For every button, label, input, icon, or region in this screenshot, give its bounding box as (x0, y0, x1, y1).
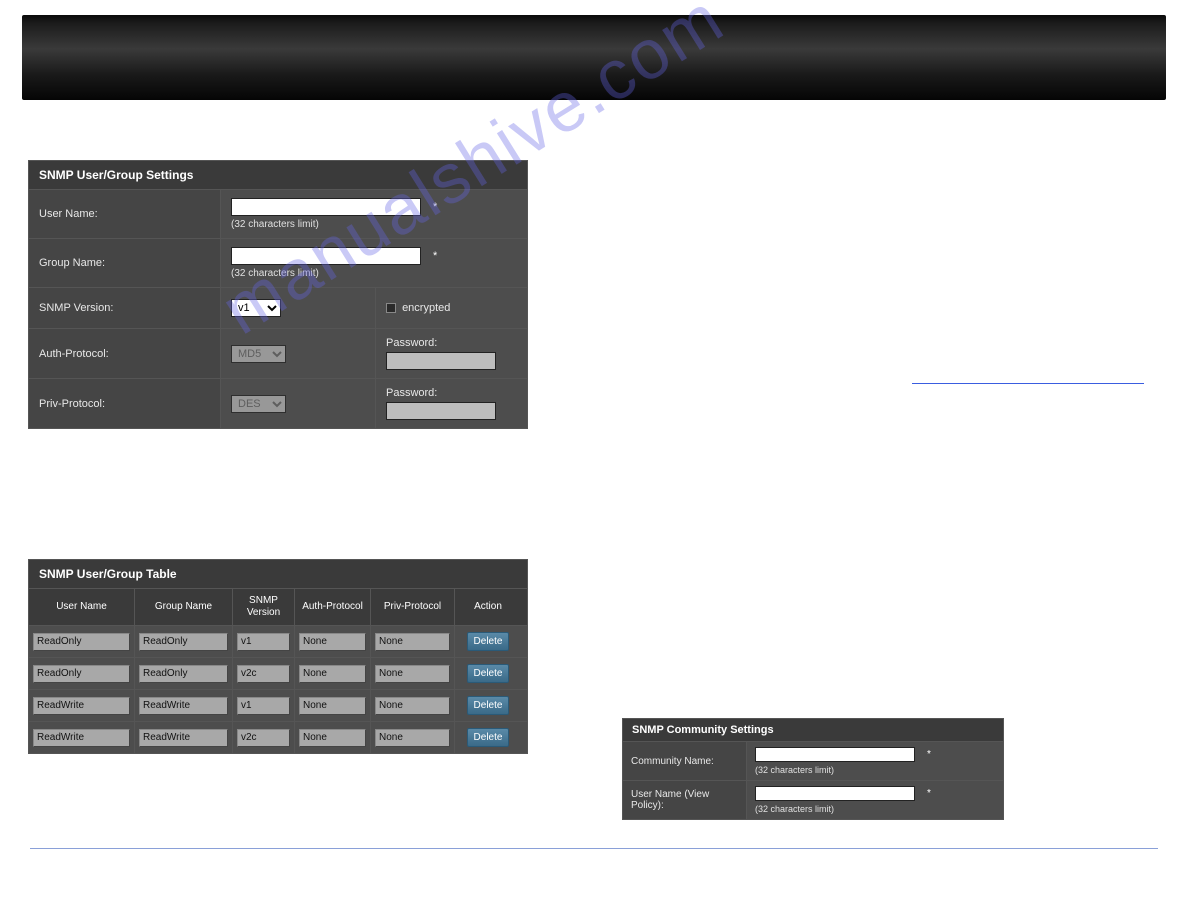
required-asterisk: * (433, 250, 437, 262)
th-snmp-version: SNMP Version (233, 589, 295, 625)
cell-auth-protocol (295, 658, 371, 689)
cell-snmp-version (233, 722, 295, 753)
priv-protocol-select: DES (231, 395, 286, 413)
delete-button[interactable]: Delete (467, 632, 510, 651)
delete-button[interactable]: Delete (467, 728, 510, 747)
cell-auth-protocol-input (299, 633, 366, 651)
cell-snmp-version (233, 626, 295, 657)
delete-button[interactable]: Delete (467, 664, 510, 683)
cell-auth-protocol-input (299, 729, 366, 747)
auth-protocol-select: MD5 (231, 345, 286, 363)
cell-snmp-version (233, 658, 295, 689)
required-asterisk: * (433, 201, 437, 213)
delete-button[interactable]: Delete (467, 696, 510, 715)
cell-priv-protocol (371, 658, 455, 689)
table-row: Delete (29, 657, 527, 689)
cell-group-name (135, 722, 233, 753)
user-name-label: User Name: (29, 190, 221, 238)
user-name-input[interactable] (231, 198, 421, 216)
top-banner (22, 15, 1166, 100)
community-user-name-label: User Name (View Policy): (623, 781, 747, 819)
footer-divider (30, 848, 1158, 849)
th-priv-protocol: Priv-Protocol (371, 589, 455, 625)
cell-priv-protocol-input (375, 665, 450, 683)
cell-auth-protocol (295, 626, 371, 657)
cell-group-name (135, 626, 233, 657)
cell-auth-protocol (295, 690, 371, 721)
priv-password-input (386, 402, 496, 420)
cell-auth-protocol-input (299, 665, 366, 683)
community-user-name-hint: (32 characters limit) (755, 804, 995, 814)
table-header-row: User Name Group Name SNMP Version Auth-P… (29, 589, 527, 625)
encrypted-checkbox[interactable] (386, 303, 396, 313)
cell-snmp-version-input (237, 729, 290, 747)
cell-action: Delete (455, 690, 521, 721)
community-name-input[interactable] (755, 747, 915, 762)
user-name-hint: (32 characters limit) (231, 219, 517, 230)
cell-priv-protocol (371, 722, 455, 753)
priv-protocol-label: Priv-Protocol: (29, 379, 221, 428)
cell-priv-protocol (371, 626, 455, 657)
cell-group-name-input (139, 697, 228, 715)
cell-user-name (29, 626, 135, 657)
cell-snmp-version-input (237, 665, 290, 683)
cell-snmp-version-input (237, 697, 290, 715)
snmp-version-select[interactable]: v1 (231, 299, 281, 317)
cell-priv-protocol-input (375, 697, 450, 715)
th-auth-protocol: Auth-Protocol (295, 589, 371, 625)
group-name-label: Group Name: (29, 239, 221, 287)
auth-protocol-label: Auth-Protocol: (29, 329, 221, 378)
cell-auth-protocol-input (299, 697, 366, 715)
cell-user-name (29, 690, 135, 721)
community-panel-title: SNMP Community Settings (623, 719, 1003, 742)
auth-password-input (386, 352, 496, 370)
cell-action: Delete (455, 722, 521, 753)
cell-auth-protocol (295, 722, 371, 753)
cell-group-name (135, 690, 233, 721)
required-asterisk: * (927, 749, 931, 760)
group-name-hint: (32 characters limit) (231, 268, 517, 279)
snmp-community-settings-panel: SNMP Community Settings Community Name: … (622, 718, 1004, 820)
table-row: Delete (29, 689, 527, 721)
cell-action: Delete (455, 658, 521, 689)
cell-group-name (135, 658, 233, 689)
cell-user-name (29, 722, 135, 753)
th-action: Action (455, 589, 521, 625)
group-name-input[interactable] (231, 247, 421, 265)
auth-password-label: Password: (386, 337, 517, 349)
cell-user-name-input (33, 665, 130, 683)
link-underline (912, 383, 1144, 384)
cell-group-name-input (139, 633, 228, 651)
cell-snmp-version-input (237, 633, 290, 651)
snmp-user-group-settings-panel: SNMP User/Group Settings User Name: * (3… (28, 160, 528, 429)
community-user-name-input[interactable] (755, 786, 915, 801)
th-user-name: User Name (29, 589, 135, 625)
cell-user-name-input (33, 633, 130, 651)
cell-user-name-input (33, 729, 130, 747)
cell-priv-protocol-input (375, 633, 450, 651)
table-row: Delete (29, 721, 527, 753)
cell-snmp-version (233, 690, 295, 721)
cell-action: Delete (455, 626, 521, 657)
encrypted-label: encrypted (402, 302, 450, 314)
priv-password-label: Password: (386, 387, 517, 399)
snmp-user-group-table-panel: SNMP User/Group Table User Name Group Na… (28, 559, 528, 754)
snmp-version-label: SNMP Version: (29, 288, 221, 328)
cell-group-name-input (139, 729, 228, 747)
community-name-hint: (32 characters limit) (755, 765, 995, 775)
community-name-label: Community Name: (623, 742, 747, 780)
required-asterisk: * (927, 788, 931, 799)
cell-user-name-input (33, 697, 130, 715)
settings-panel-title: SNMP User/Group Settings (29, 161, 527, 190)
cell-group-name-input (139, 665, 228, 683)
table-row: Delete (29, 625, 527, 657)
cell-user-name (29, 658, 135, 689)
cell-priv-protocol (371, 690, 455, 721)
table-panel-title: SNMP User/Group Table (29, 560, 527, 589)
th-group-name: Group Name (135, 589, 233, 625)
cell-priv-protocol-input (375, 729, 450, 747)
